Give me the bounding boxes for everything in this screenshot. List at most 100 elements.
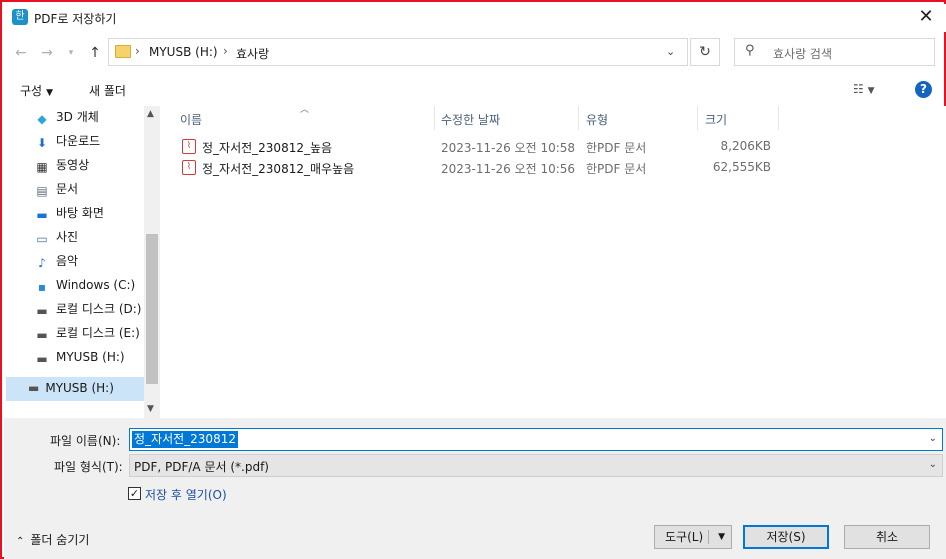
music-icon: ♪ <box>38 256 46 270</box>
nav-selected-item[interactable]: ▬ MYUSB (H:) <box>28 381 114 395</box>
chevron-right-icon[interactable]: › <box>135 44 140 58</box>
desktop-icon: ▬ <box>36 208 48 222</box>
filetype-select[interactable]: PDF, PDF/A 문서 (*.pdf) ⌄ <box>129 454 943 477</box>
nav-label: Windows (C:) <box>56 278 136 292</box>
filename-value[interactable]: 정_자서전_230812 <box>132 431 238 448</box>
caret-down-icon: ▼ <box>867 86 875 96</box>
open-after-save-checkbox[interactable]: ✓ <box>128 487 141 500</box>
file-type: 한PDF 문서 <box>586 162 647 176</box>
nav-label: 음악 <box>56 254 79 268</box>
details-view-icon: ☷ <box>853 82 864 96</box>
nav-label: 사진 <box>56 230 79 244</box>
save-form: 파일 이름(N): 정_자서전_230812 ⌄ 파일 형식(T): PDF, … <box>4 418 946 559</box>
nav-item-pictures[interactable]: ▭ 사진 <box>34 226 152 248</box>
recent-locations-chevron-icon[interactable]: ▾ <box>62 44 80 62</box>
nav-item-music[interactable]: ♪ 음악 <box>34 250 152 272</box>
new-folder-button[interactable]: 새 폴더 <box>89 82 126 99</box>
cube-3d-icon: ◆ <box>37 112 47 126</box>
save-button[interactable]: 저장(S) <box>743 525 829 549</box>
scroll-down-icon[interactable]: ▼ <box>147 404 154 414</box>
nav-label: 3D 개체 <box>56 110 99 124</box>
cancel-button[interactable]: 취소 <box>844 525 930 549</box>
up-arrow-icon[interactable]: ↑ <box>86 44 104 62</box>
column-header-name[interactable]: 이름 <box>180 111 202 128</box>
nav-item-local-d[interactable]: ▬ 로컬 디스크 (D:) <box>34 298 152 320</box>
title-bar: 한 PDF로 저장하기 ✕ <box>4 4 946 32</box>
nav-label: 로컬 디스크 (E:) <box>56 326 140 340</box>
hide-folders-button[interactable]: ⌃ 폴더 숨기기 <box>16 531 89 548</box>
nav-label: 로컬 디스크 (D:) <box>56 302 142 316</box>
chevron-down-icon[interactable]: ⌄ <box>666 45 675 58</box>
view-options-button[interactable]: ☷ ▼ <box>853 82 875 96</box>
column-divider[interactable] <box>697 106 698 130</box>
nav-item-local-e[interactable]: ▬ 로컬 디스크 (E:) <box>34 322 152 344</box>
caret-down-icon: ▼ <box>46 88 54 98</box>
search-box[interactable]: ⚲ 효사랑 검색 <box>734 38 935 66</box>
column-divider[interactable] <box>778 106 779 130</box>
back-arrow-icon[interactable]: ← <box>12 44 30 62</box>
open-after-save-label[interactable]: 저장 후 열기(O) <box>145 486 227 503</box>
search-placeholder: 효사랑 검색 <box>773 47 833 61</box>
nav-selected-label: MYUSB (H:) <box>45 381 114 395</box>
chevron-up-icon: ⌃ <box>16 536 25 547</box>
chevron-down-icon[interactable]: ⌄ <box>929 459 937 470</box>
folder-icon <box>115 45 131 58</box>
scrollbar-thumb[interactable] <box>146 234 158 384</box>
nav-item-3d-objects[interactable]: ◆ 3D 개체 <box>34 106 152 128</box>
forward-arrow-icon[interactable]: → <box>38 44 56 62</box>
file-row[interactable]: ⌇ 정_자서전_230812_높음 2023-11-26 오전 10:58 한P… <box>178 137 778 157</box>
file-size: 62,555KB <box>712 160 771 174</box>
nav-item-videos[interactable]: ▦ 동영상 <box>34 154 152 176</box>
breadcrumb-hyosarang[interactable]: 효사랑 <box>236 45 269 62</box>
breadcrumb-myusb[interactable]: MYUSB (H:) <box>149 45 218 59</box>
organize-label: 구성 <box>20 84 43 98</box>
download-icon: ⬇ <box>36 136 48 150</box>
tools-button[interactable]: 도구(L) ▼ <box>654 525 732 549</box>
nav-item-windows-c[interactable]: ▪ Windows (C:) <box>34 274 152 296</box>
refresh-button[interactable]: ↻ <box>690 38 720 66</box>
column-header-size[interactable]: 크기 <box>705 111 727 128</box>
nav-item-desktop[interactable]: ▬ 바탕 화면 <box>34 202 152 224</box>
caret-down-icon[interactable]: ▼ <box>718 526 725 548</box>
address-bar[interactable]: › MYUSB (H:) › 효사랑 <box>108 38 688 66</box>
close-button[interactable]: ✕ <box>916 7 936 27</box>
tools-label: 도구(L) <box>665 530 704 544</box>
nav-scrollbar[interactable]: ▲ ▼ <box>144 106 160 418</box>
chevron-right-icon[interactable]: › <box>223 44 228 58</box>
drive-icon: ▬ <box>36 328 48 342</box>
column-divider[interactable] <box>578 106 579 130</box>
navigation-pane[interactable]: ◆ 3D 개체 ⬇ 다운로드 ▦ 동영상 ▤ 문서 ▬ 바탕 화면 ▭ 사진 ♪ 음악 ▪ Wi… <box>4 106 160 418</box>
filename-input[interactable]: 정_자서전_230812 ⌄ <box>129 428 943 451</box>
nav-label: MYUSB (H:) <box>56 350 125 364</box>
nav-label: 다운로드 <box>56 134 101 148</box>
nav-label: 바탕 화면 <box>56 206 104 220</box>
pdf-file-icon: ⌇ <box>182 139 196 154</box>
column-divider[interactable] <box>434 106 435 130</box>
nav-item-myusb[interactable]: ▬ MYUSB (H:) <box>34 346 152 368</box>
organize-button[interactable]: 구성 ▼ <box>20 82 53 99</box>
scroll-up-icon[interactable]: ▲ <box>147 109 154 119</box>
nav-label: 문서 <box>56 182 79 196</box>
file-list[interactable]: ︿ 이름 수정한 날짜 유형 크기 ⌇ 정_자서전_230812_높음 2023… <box>162 105 946 418</box>
nav-item-downloads[interactable]: ⬇ 다운로드 <box>34 130 152 152</box>
file-modified: 2023-11-26 오전 10:58 <box>441 141 576 155</box>
usb-drive-icon: ▬ <box>28 381 40 395</box>
column-header-modified[interactable]: 수정한 날짜 <box>441 111 500 128</box>
nav-label: 동영상 <box>56 158 90 172</box>
file-name: 정_자서전_230812_높음 <box>202 141 333 155</box>
hancom-app-icon: 한 <box>12 9 28 25</box>
pdf-file-icon: ⌇ <box>182 160 196 175</box>
usb-drive-icon: ▬ <box>36 352 48 366</box>
help-icon[interactable]: ? <box>915 81 932 98</box>
column-header-type[interactable]: 유형 <box>586 111 608 128</box>
nav-item-documents[interactable]: ▤ 문서 <box>34 178 152 200</box>
document-icon: ▤ <box>36 184 48 198</box>
video-icon: ▦ <box>36 160 48 174</box>
file-size: 8,206KB <box>720 139 771 153</box>
hide-folders-label: 폴더 숨기기 <box>30 533 90 547</box>
split-divider <box>708 530 709 544</box>
filetype-value: PDF, PDF/A 문서 (*.pdf) <box>134 460 269 474</box>
picture-icon: ▭ <box>36 232 48 246</box>
file-row[interactable]: ⌇ 정_자서전_230812_매우높음 2023-11-26 오전 10:56 … <box>178 158 778 178</box>
chevron-down-icon[interactable]: ⌄ <box>929 433 937 444</box>
